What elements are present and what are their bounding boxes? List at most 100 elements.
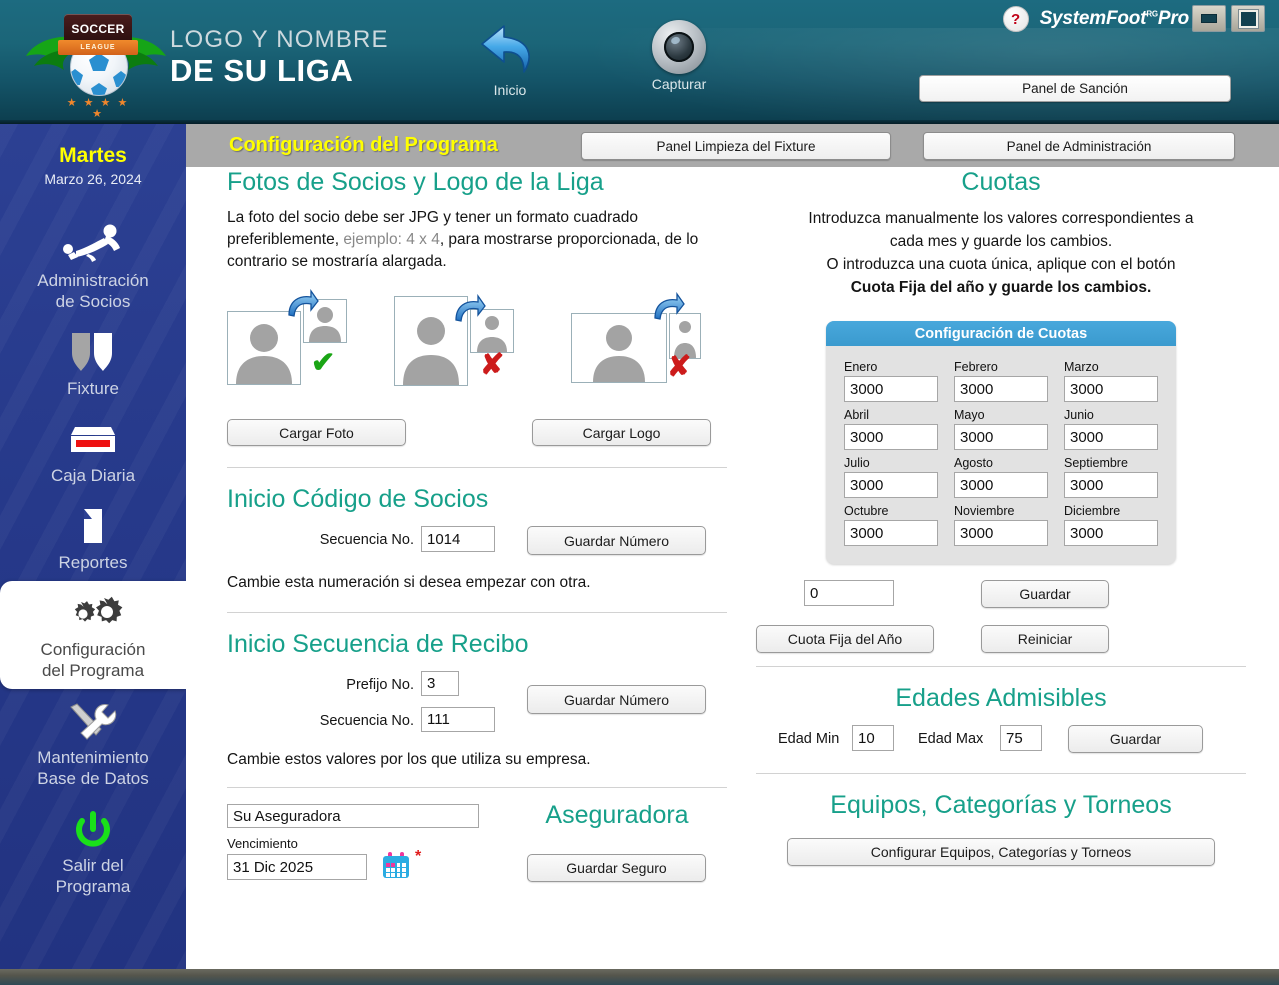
transform-arrow-icon xyxy=(651,291,685,322)
sidebar-item-label: Configuración del Programa xyxy=(0,639,186,681)
month-label: Octubre xyxy=(844,504,889,518)
month-field-noviembre: Noviembre xyxy=(954,504,1048,546)
crest-ribbon-text: LEAGUE xyxy=(80,44,116,51)
cargar-logo-button[interactable]: Cargar Logo xyxy=(532,419,711,446)
prefijo-input[interactable] xyxy=(421,671,459,696)
sidebar-item-label: Salir del Programa xyxy=(4,855,182,897)
help-icon[interactable]: ? xyxy=(1002,6,1029,32)
sidebar: Martes Marzo 26, 2024 Administración de … xyxy=(0,124,186,969)
crest-ribbon: LEAGUE xyxy=(58,40,138,55)
brand-trademark: RG xyxy=(1146,9,1158,19)
league-title-line2: DE SU LIGA xyxy=(170,53,354,88)
sidebar-item-caja-diaria[interactable]: Caja Diaria xyxy=(4,407,182,494)
month-input[interactable] xyxy=(844,424,938,450)
month-label: Diciembre xyxy=(1064,504,1121,518)
main-content: Fotos de Socios y Logo de la Liga La fot… xyxy=(186,167,1279,969)
month-input[interactable] xyxy=(844,520,938,546)
divider xyxy=(227,467,727,468)
sidebar-item-label: Fixture xyxy=(67,379,119,398)
fotos-heading: Fotos de Socios y Logo de la Liga xyxy=(227,168,604,196)
sidebar-item-configuracion-programa[interactable]: Configuración del Programa xyxy=(0,581,186,689)
month-field-febrero: Febrero xyxy=(954,360,1048,402)
sidebar-date-block: Martes Marzo 26, 2024 xyxy=(0,124,186,190)
month-input[interactable] xyxy=(954,376,1048,402)
cuota-fija-input[interactable] xyxy=(804,580,894,606)
edad-min-input[interactable] xyxy=(852,725,894,751)
guardar-numero-recibo-button[interactable]: Guardar Número xyxy=(527,685,706,714)
calendar-icon[interactable] xyxy=(383,852,409,878)
league-crest-logo: SOCCER LEAGUE ★ ★ ★ ★ ★ xyxy=(26,8,166,120)
month-input[interactable] xyxy=(844,472,938,498)
aseguradora-section: Vencimiento * Aseguradora Guardar Seguro xyxy=(227,801,727,894)
secuencia-socios-input[interactable] xyxy=(421,526,495,552)
aseguradora-name-input[interactable] xyxy=(227,804,479,828)
month-field-septiembre: Septiembre xyxy=(1064,456,1158,498)
sidebar-item-mantenimiento-base-datos[interactable]: Mantenimiento Base de Datos xyxy=(4,689,182,797)
cuotas-panel-title: Configuración de Cuotas xyxy=(826,321,1176,346)
fotos-description: La foto del socio debe ser JPG y tener u… xyxy=(227,207,727,273)
sidebar-item-fixture[interactable]: Fixture xyxy=(4,320,182,407)
sidebar-label-line2: de Socios xyxy=(55,292,131,311)
month-label: Enero xyxy=(844,360,878,374)
secuencia-recibo-heading: Inicio Secuencia de Recibo xyxy=(227,630,529,658)
reiniciar-button[interactable]: Reiniciar xyxy=(981,625,1109,653)
divider xyxy=(756,773,1246,774)
guardar-numero-socios-button[interactable]: Guardar Número xyxy=(527,526,706,555)
cash-drawer-icon xyxy=(4,417,182,463)
page-title: Configuración del Programa xyxy=(229,134,498,156)
month-label: Marzo xyxy=(1064,360,1099,374)
month-input[interactable] xyxy=(1064,520,1158,546)
nav-capturar-button[interactable]: Capturar xyxy=(638,20,720,92)
edad-max-input[interactable] xyxy=(1000,725,1042,751)
guardar-edades-button[interactable]: Guardar xyxy=(1068,725,1203,753)
league-title: LOGO Y NOMBRE DE SU LIGA xyxy=(170,26,389,89)
back-arrow-icon xyxy=(478,22,542,80)
vencimiento-input[interactable] xyxy=(227,854,367,880)
month-input[interactable] xyxy=(844,376,938,402)
panel-limpieza-fixture-button[interactable]: Panel Limpieza del Fixture xyxy=(581,132,891,160)
configurar-equipos-button[interactable]: Configurar Equipos, Categorías y Torneos xyxy=(787,838,1215,866)
prefijo-label: Prefijo No. xyxy=(346,677,414,693)
guardar-seguro-button[interactable]: Guardar Seguro xyxy=(527,854,706,882)
cargar-foto-button[interactable]: Cargar Foto xyxy=(227,419,406,446)
cuotas-desc-line3: O introduzca una cuota única, aplique co… xyxy=(826,256,1176,273)
fotos-desc-example: ejemplo: 4 x 4 xyxy=(343,231,440,248)
month-field-julio: Julio xyxy=(844,456,938,498)
month-label: Agosto xyxy=(954,456,993,470)
month-input[interactable] xyxy=(954,520,1048,546)
sidebar-date: Marzo 26, 2024 xyxy=(44,171,142,187)
month-input[interactable] xyxy=(954,424,1048,450)
sidebar-item-label: Caja Diaria xyxy=(50,466,136,485)
month-input[interactable] xyxy=(1064,472,1158,498)
guardar-cuotas-button[interactable]: Guardar xyxy=(981,580,1109,608)
month-input[interactable] xyxy=(954,472,1048,498)
sidebar-item-administracion-socios[interactable]: Administración de Socios xyxy=(4,212,182,320)
sidebar-weekday: Martes xyxy=(59,144,127,167)
cuotas-desc-line1: Introduzca manualmente los valores corre… xyxy=(808,210,1194,227)
minimize-icon[interactable] xyxy=(1192,5,1226,32)
maximize-icon[interactable] xyxy=(1231,5,1265,32)
month-input[interactable] xyxy=(1064,376,1158,402)
month-input[interactable] xyxy=(1064,424,1158,450)
cuota-fija-anio-button[interactable]: Cuota Fija del Año xyxy=(756,625,934,653)
vencimiento-label: Vencimiento xyxy=(227,836,298,851)
divider xyxy=(756,666,1246,667)
panel-sancion-button[interactable]: Panel de Sanción xyxy=(919,75,1231,102)
cuotas-actions: Guardar Cuota Fija del Año Reiniciar xyxy=(756,580,1246,658)
codigo-socios-note: Cambie esta numeración si desea empezar … xyxy=(227,574,591,591)
power-icon xyxy=(4,807,182,853)
secuencia-recibo-label: Secuencia No. xyxy=(319,713,414,729)
nav-inicio-button[interactable]: Inicio xyxy=(472,22,548,98)
secuencia-recibo-input[interactable] xyxy=(421,707,495,732)
codigo-socios-heading: Inicio Código de Socios xyxy=(227,485,489,513)
application-window: SOCCER LEAGUE ★ ★ ★ ★ ★ LOGO Y NOMBRE DE… xyxy=(0,0,1279,985)
sidebar-label-line1: Configuración xyxy=(40,640,146,659)
required-asterisk: * xyxy=(415,848,422,865)
sidebar-item-reportes[interactable]: Reportes xyxy=(4,494,182,581)
month-field-enero: Enero xyxy=(844,360,938,402)
edades-fields: Edad Min Edad Max Guardar xyxy=(756,725,1246,771)
sidebar-item-label: Mantenimiento Base de Datos xyxy=(4,747,182,789)
panel-administracion-button[interactable]: Panel de Administración xyxy=(923,132,1235,160)
sidebar-item-salir-programa[interactable]: Salir del Programa xyxy=(4,797,182,905)
month-label: Noviembre xyxy=(954,504,1015,518)
